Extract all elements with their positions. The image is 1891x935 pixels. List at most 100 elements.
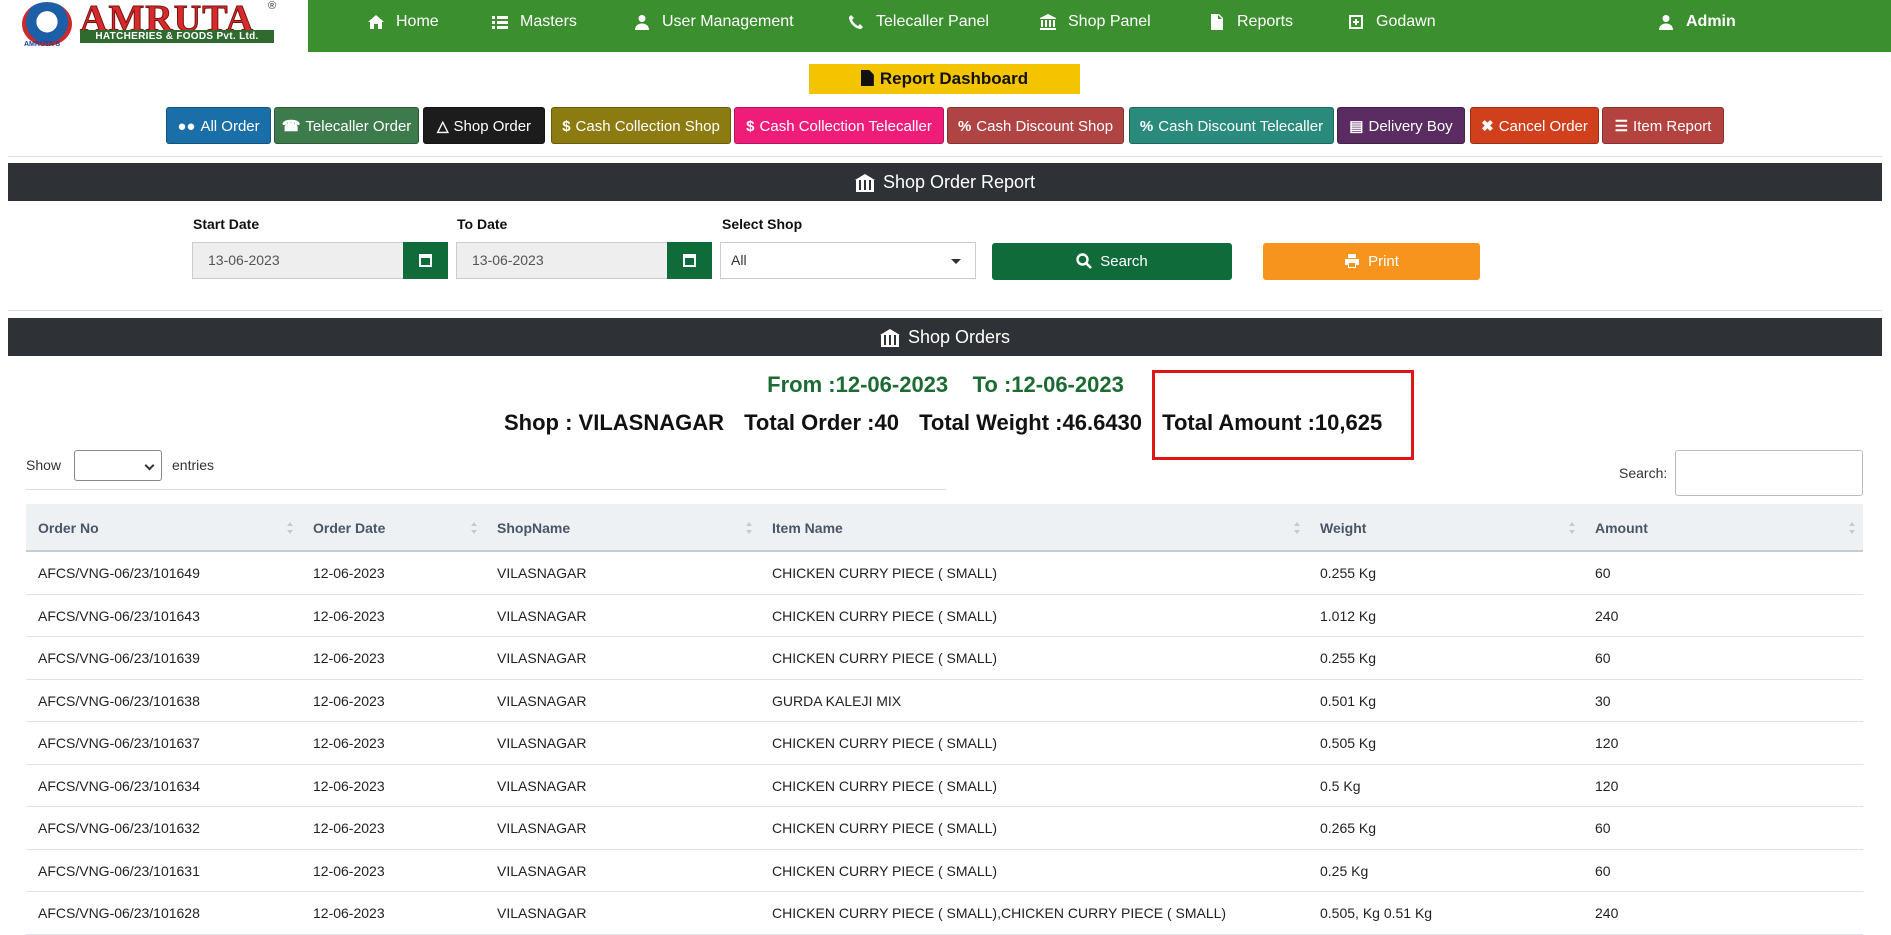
table-cell: 12-06-2023 <box>313 820 385 836</box>
divider <box>8 156 1882 157</box>
print-button-label: Print <box>1368 253 1399 270</box>
report-button-cancel-order[interactable]: ✖ Cancel Order <box>1470 107 1599 144</box>
nav-user-management[interactable]: User Management <box>634 0 794 43</box>
nav-home-label: Home <box>396 13 439 30</box>
nav-shop-panel-label: Shop Panel <box>1068 13 1151 30</box>
table-cell: 0.255 Kg <box>1320 565 1377 581</box>
table-cell: CHICKEN CURRY PIECE ( SMALL) <box>772 607 998 624</box>
nav-admin[interactable]: Admin <box>1658 0 1736 43</box>
shop-select[interactable]: All <box>720 242 976 279</box>
column-header[interactable]: Weight <box>1308 504 1583 552</box>
report-button-telecaller-order[interactable]: ☎ Telecaller Order <box>274 107 419 144</box>
start-date-calendar-button[interactable] <box>403 242 448 279</box>
table-cell: 12-06-2023 <box>313 777 385 794</box>
table-cell: VILASNAGAR <box>497 905 587 921</box>
show-label: Show <box>26 457 62 473</box>
table-cell: CHICKEN CURRY PIECE ( SMALL),CHICKEN CUR… <box>772 905 1227 921</box>
report-button-cash-collection-telecaller[interactable]: $ Cash Collection Telecaller <box>734 107 944 144</box>
nav-telecaller-panel[interactable]: Telecaller Panel <box>848 0 989 43</box>
nav-masters-label: Masters <box>520 13 577 30</box>
table-cell: CHICKEN CURRY PIECE ( SMALL) <box>772 777 998 794</box>
report-button-shop-order[interactable]: △ Shop Order <box>423 107 545 144</box>
rooster-logo-icon <box>22 2 72 46</box>
brand-logo[interactable]: AMRUTA'S AMRUTA ® HATCHERIES & FOODS Pvt… <box>0 0 308 52</box>
column-header[interactable]: Order No <box>26 504 301 552</box>
select-shop-label: Select Shop <box>722 216 803 232</box>
shop-orders-header: Shop Orders <box>8 318 1882 356</box>
entries-per-page-select[interactable] <box>74 450 162 481</box>
calendar-icon <box>419 254 432 267</box>
table-body: AFCS/VNG-06/23/101649 12-06-2023 VILASNAGA… <box>26 552 1863 935</box>
search-button[interactable]: Search <box>992 243 1232 280</box>
table-row[interactable]: AFCS/VNG-06/23/101638 12-06-2023 VILASNAGA… <box>26 680 1863 722</box>
brand-subtitle: HATCHERIES & FOODS Pvt. Ltd. <box>80 30 274 43</box>
table-row[interactable]: AFCS/VNG-06/23/101632 12-06-2023 VILASNAGA… <box>26 807 1863 850</box>
period-range: From :12-06-2023 To :12-06-2023 <box>0 372 1891 398</box>
report-button-label: Shop Order <box>453 118 532 135</box>
table-cell: 12-06-2023 <box>313 650 385 666</box>
print-button[interactable]: Print <box>1263 243 1480 280</box>
entries-label: entries <box>172 457 215 473</box>
report-button-label: Item Report <box>1633 118 1712 135</box>
report-button-cash-collection-shop[interactable]: $ Cash Collection Shop <box>551 107 731 144</box>
divider <box>8 310 1882 311</box>
to-date-input[interactable]: 13-06-2023 <box>456 242 668 279</box>
report-button-label: Cash Collection Telecaller <box>759 118 932 135</box>
table-cell: VILASNAGAR <box>497 777 587 794</box>
table-search-label: Search: <box>1619 465 1668 481</box>
table-search-input[interactable] <box>1675 450 1863 496</box>
report-button-delivery-boy[interactable]: ▤ Delivery Boy <box>1337 107 1465 144</box>
table-cell: 0.501 Kg <box>1320 692 1377 709</box>
nav-home[interactable]: Home <box>368 0 439 43</box>
column-header[interactable]: Amount <box>1583 504 1863 552</box>
cart-icon: ▤ <box>1349 118 1364 135</box>
table-row[interactable]: AFCS/VNG-06/23/101639 12-06-2023 VILASNAGA… <box>26 637 1863 680</box>
report-button-label: Telecaller Order <box>305 118 412 135</box>
table-cell: AFCS/VNG-06/23/101649 <box>38 565 200 581</box>
table-cell: 120 <box>1595 777 1619 794</box>
table-cell: 0.5 Kg <box>1320 777 1361 794</box>
report-button-all-order[interactable]: ●● All Order <box>166 107 271 144</box>
column-header[interactable]: ShopName <box>485 504 760 552</box>
table-row[interactable]: AFCS/VNG-06/23/101634 12-06-2023 VILASNAGA… <box>26 765 1863 807</box>
report-button-item-report[interactable]: ☰ Item Report <box>1602 107 1724 144</box>
summary-total-order: Total Order :40 <box>744 410 899 435</box>
table-cell: AFCS/VNG-06/23/101637 <box>38 735 200 751</box>
logo-caption: AMRUTA'S <box>24 41 61 48</box>
sort-icon <box>287 522 293 534</box>
start-date-input[interactable]: 13-06-2023 <box>192 242 404 279</box>
table-row[interactable]: AFCS/VNG-06/23/101643 12-06-2023 VILASNAGA… <box>26 595 1863 637</box>
search-button-label: Search <box>1100 253 1148 270</box>
table-cell: 30 <box>1595 692 1611 709</box>
nav-godawn[interactable]: Godawn <box>1348 0 1436 43</box>
nav-shop-panel[interactable]: Shop Panel <box>1040 0 1151 43</box>
nav-reports[interactable]: Reports <box>1209 0 1293 43</box>
bank-icon <box>880 329 900 347</box>
list-icon: ☰ <box>1614 118 1629 135</box>
nav-masters[interactable]: Masters <box>492 0 577 43</box>
divider <box>26 489 946 490</box>
period-to: To :12-06-2023 <box>972 372 1124 397</box>
report-button-cash-discount-shop[interactable]: % Cash Discount Shop <box>947 107 1124 144</box>
nav-admin-label: Admin <box>1686 13 1736 30</box>
table-row[interactable]: AFCS/VNG-06/23/101649 12-06-2023 VILASNAGA… <box>26 552 1863 595</box>
table-cell: CHICKEN CURRY PIECE ( SMALL) <box>772 820 998 836</box>
table-cell: 12-06-2023 <box>313 862 385 879</box>
table-cell: 0.505 Kg <box>1320 735 1377 751</box>
report-button-label: All Order <box>200 118 260 135</box>
summary-shop: Shop : VILASNAGAR <box>504 410 724 435</box>
table-cell: CHICKEN CURRY PIECE ( SMALL) <box>772 650 998 666</box>
report-button-cash-discount-telecaller[interactable]: % Cash Discount Telecaller <box>1129 107 1334 144</box>
to-date-calendar-button[interactable] <box>667 242 712 279</box>
table-cell: 240 <box>1595 905 1619 921</box>
table-cell: AFCS/VNG-06/23/101634 <box>38 777 200 794</box>
table-cell: 12-06-2023 <box>313 905 385 921</box>
column-header[interactable]: Item Name <box>760 504 1308 552</box>
column-header[interactable]: Order Date <box>301 504 485 552</box>
list-icon <box>492 15 508 29</box>
table-cell: 120 <box>1595 735 1619 751</box>
table-row[interactable]: AFCS/VNG-06/23/101631 12-06-2023 VILASNAGA… <box>26 850 1863 892</box>
admin-user-icon <box>1659 14 1673 30</box>
table-row[interactable]: AFCS/VNG-06/23/101628 12-06-2023 VILASNAGA… <box>26 892 1863 935</box>
table-row[interactable]: AFCS/VNG-06/23/101637 12-06-2023 VILASNAGA… <box>26 722 1863 765</box>
